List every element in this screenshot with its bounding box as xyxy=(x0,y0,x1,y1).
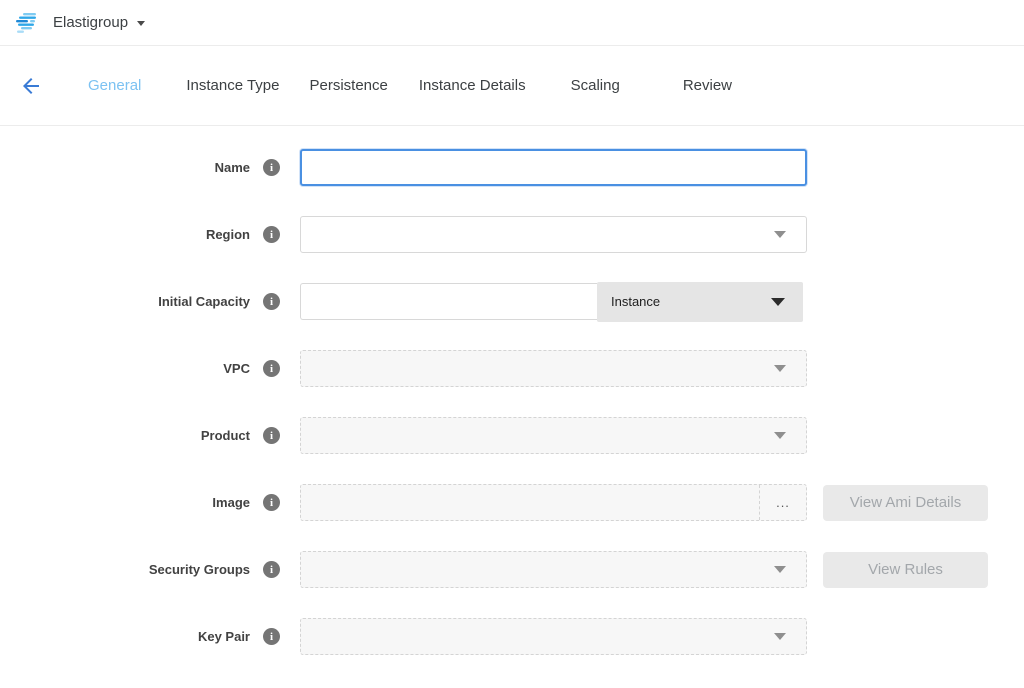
image-browse-button[interactable]: ... xyxy=(759,485,806,520)
back-arrow-icon xyxy=(19,74,43,98)
capacity-unit-caret-icon xyxy=(771,298,785,306)
product-select xyxy=(300,417,807,454)
initial-capacity-info-icon[interactable]: i xyxy=(263,293,280,310)
vpc-caret-icon xyxy=(774,365,786,372)
image-value xyxy=(301,485,759,520)
tab-instance-details[interactable]: Instance Details xyxy=(419,77,526,94)
general-settings-form: Name i Region i Initial Capacity i Insta… xyxy=(0,126,1024,655)
security-groups-info-icon[interactable]: i xyxy=(263,561,280,578)
name-label: Name xyxy=(0,160,250,175)
product-caret-icon xyxy=(774,432,786,439)
name-row: Name i xyxy=(0,149,1024,186)
security-groups-caret-icon xyxy=(774,566,786,573)
app-switcher-label[interactable]: Elastigroup xyxy=(53,14,128,31)
product-info-icon[interactable]: i xyxy=(263,427,280,444)
region-label: Region xyxy=(0,227,250,242)
name-info-icon[interactable]: i xyxy=(263,159,280,176)
back-button[interactable] xyxy=(18,73,44,99)
view-ami-details-button[interactable]: View Ami Details xyxy=(823,485,988,521)
key-pair-select xyxy=(300,618,807,655)
region-info-icon[interactable]: i xyxy=(263,226,280,243)
tab-persistence[interactable]: Persistence xyxy=(310,77,388,94)
key-pair-row: Key Pair i xyxy=(0,618,1024,655)
region-caret-icon xyxy=(774,231,786,238)
security-groups-row: Security Groups i View Rules xyxy=(0,551,1024,588)
region-select[interactable] xyxy=(300,216,807,253)
product-label: Product xyxy=(0,428,250,443)
vpc-select xyxy=(300,350,807,387)
elastigroup-logo-icon xyxy=(15,11,41,35)
security-groups-label: Security Groups xyxy=(0,562,250,577)
vpc-row: VPC i xyxy=(0,350,1024,387)
tab-review[interactable]: Review xyxy=(683,77,732,94)
tab-scaling[interactable]: Scaling xyxy=(571,77,620,94)
top-bar: Elastigroup xyxy=(0,0,1024,46)
key-pair-caret-icon xyxy=(774,633,786,640)
security-groups-select xyxy=(300,551,807,588)
image-info-icon[interactable]: i xyxy=(263,494,280,511)
product-row: Product i xyxy=(0,417,1024,454)
tab-general[interactable]: General xyxy=(88,77,141,94)
wizard-tab-bar: General Instance Type Persistence Instan… xyxy=(0,46,1024,126)
tab-instance-type[interactable]: Instance Type xyxy=(186,77,279,94)
initial-capacity-input[interactable] xyxy=(300,283,597,320)
image-picker: ... xyxy=(300,484,807,521)
key-pair-label: Key Pair xyxy=(0,629,250,644)
key-pair-info-icon[interactable]: i xyxy=(263,628,280,645)
initial-capacity-row: Initial Capacity i Instance xyxy=(0,283,1024,320)
region-row: Region i xyxy=(0,216,1024,253)
initial-capacity-label: Initial Capacity xyxy=(0,294,250,309)
capacity-unit-select[interactable]: Instance xyxy=(597,282,803,322)
image-row: Image i ... View Ami Details xyxy=(0,484,1024,521)
name-input[interactable] xyxy=(300,149,807,186)
view-rules-button[interactable]: View Rules xyxy=(823,552,988,588)
vpc-info-icon[interactable]: i xyxy=(263,360,280,377)
vpc-label: VPC xyxy=(0,361,250,376)
app-switcher-caret-icon[interactable] xyxy=(137,21,145,26)
wizard-tabs: General Instance Type Persistence Instan… xyxy=(44,77,732,94)
image-label: Image xyxy=(0,495,250,510)
capacity-unit-value: Instance xyxy=(611,294,660,309)
